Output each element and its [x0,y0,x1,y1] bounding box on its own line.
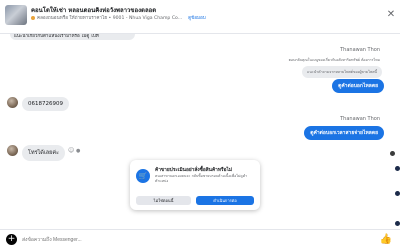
incoming-message[interactable]: 0618726909 [22,97,69,111]
prompt-title: ค้าขายประเมินอย่าสั่งซื้อสินค้าหรือไม่ [155,168,233,173]
like-icon[interactable]: 👍 [380,234,392,245]
view-listing-link[interactable]: ดูข้อมอบ [188,16,206,21]
listing-header: คอนโดให้เช่า หลอนดอนคิงห่อวังพลาวของตลอด… [0,0,400,34]
emoji-icon[interactable]: ☺ [68,147,74,154]
sender-name: Thanawan Thon [340,47,380,53]
quoted-message: แนะนำคำถามจากหลายโพสต์ของผู้ขายโพสนี้ [302,66,382,78]
sender-name: Thanawan Thon [340,116,380,122]
prompt-body: คนเสาขาบอกเองคนจะ กลับซื้อขายบรอบค้าอเนื… [155,174,248,183]
message-composer: + 👍 [0,229,400,250]
side-avatar[interactable] [395,166,400,171]
cart-icon: 🛒 [136,169,150,183]
read-receipt-icon: ● [76,148,81,154]
reply-note: ตอบกลับคุณในเมนูของเกี่ยวกับอสังหาริมทรั… [288,58,380,62]
side-avatar[interactable] [395,221,400,226]
avatar[interactable] [7,145,18,156]
listing-thumbnail[interactable] [5,5,27,25]
messenger-window: คอนโดให้เช่า หลอนดอนคิงห่อวังพลาวของตลอด… [0,0,400,250]
message-input[interactable] [22,235,362,245]
side-avatar[interactable] [395,191,400,196]
incoming-message[interactable]: โทรได้เลยค่ะ [22,145,65,161]
side-avatar-column [394,146,400,236]
plus-icon[interactable]: + [6,234,17,245]
continue-button[interactable]: ดำเนินการต่อ [196,196,254,205]
purchase-prompt-card: 🛒 ค้าขายประเมินอย่าสั่งซื้อสินค้าหรือไม่… [130,160,260,210]
close-icon[interactable]: ✕ [386,10,396,20]
pinned-message: แนะนำเกี่ยวกับตำแหน่งเรามาหรือ ไม่ดู ไปท… [10,34,135,40]
avatar[interactable] [7,97,18,108]
not-now-button[interactable]: ไม่ใช่ตอนนี้ [136,196,191,205]
outgoing-message[interactable]: ดูคำต่อบอกเวลาสายจ่ายไหลดย [304,126,384,140]
listing-subtitle: คลองถนอนหรือ ให้ถ่ายทาบราคาไฮ • 9001 - N… [31,15,206,22]
listing-location: คลองถนอนหรือ ให้ถ่ายทาบราคาไฮ • 9001 - N… [37,16,183,21]
listing-title[interactable]: คอนโดให้เช่า หลอนดอนคิงห่อวังพลาวของตลอด [31,5,156,15]
location-dot-icon [31,15,35,20]
outgoing-message[interactable]: ดูคำต่อบอกไหลตย [332,79,384,93]
